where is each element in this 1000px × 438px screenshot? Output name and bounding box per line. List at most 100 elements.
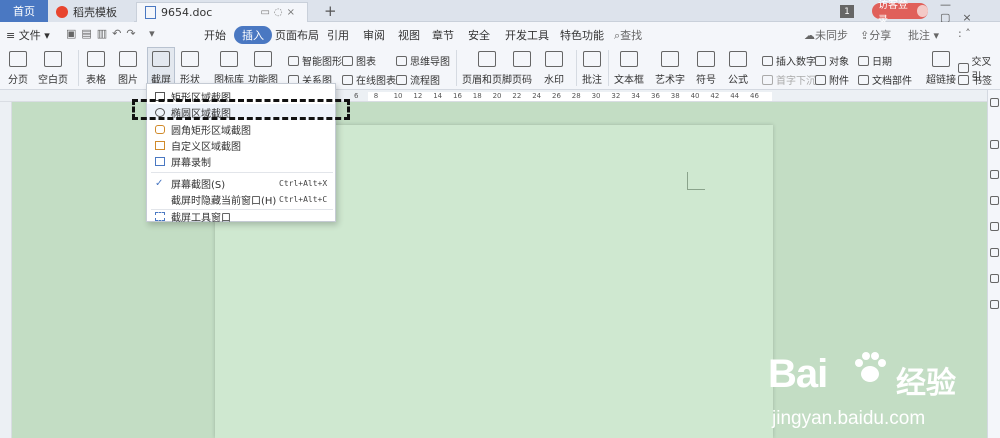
tab-document[interactable]: 9654.doc ▭◌× bbox=[136, 2, 308, 22]
notification-badge[interactable]: 1 bbox=[840, 5, 854, 18]
picture-label: 图片 bbox=[118, 75, 138, 86]
object-button[interactable]: 对象 bbox=[815, 53, 849, 68]
sidebar-shape-icon[interactable] bbox=[990, 170, 999, 179]
header-footer-button[interactable]: 页眉和页脚 bbox=[462, 51, 512, 86]
header-footer-label: 页眉和页脚 bbox=[462, 75, 512, 86]
menu-review[interactable]: 审阅 bbox=[363, 27, 385, 43]
bookmark-button[interactable]: 书签 bbox=[958, 72, 992, 87]
menu-hide-window[interactable]: 截屏时隐藏当前窗口(H) Ctrl+Alt+C bbox=[147, 191, 335, 207]
mindmap-label: 思维导图 bbox=[410, 57, 450, 68]
menu-dev-tools[interactable]: 开发工具 bbox=[505, 27, 549, 43]
calendar-icon bbox=[858, 55, 869, 66]
watermark-label: 水印 bbox=[544, 75, 564, 86]
picture-button[interactable]: 图片 bbox=[118, 51, 138, 86]
sidebar-select-icon[interactable] bbox=[990, 196, 999, 205]
menu-screen-capture[interactable]: ✓ 屏幕截图(S) Ctrl+Alt+X bbox=[147, 175, 335, 191]
annotate-button[interactable]: 批注 ▾ bbox=[908, 27, 939, 43]
online-chart-label: 在线图表 bbox=[356, 76, 396, 87]
badge-count: 1 bbox=[844, 6, 850, 17]
tab-home[interactable]: 首页 bbox=[0, 0, 48, 22]
menu-hide-shortcut: Ctrl+Alt+C bbox=[279, 194, 328, 204]
ruler-number: 20 bbox=[492, 92, 502, 100]
symbol-button[interactable]: 符号 bbox=[696, 51, 716, 86]
menu-insert[interactable]: 插入 bbox=[234, 26, 272, 44]
search-button[interactable]: ⌕查找 bbox=[614, 27, 642, 43]
tab-bar: 首页 稻壳模板 9654.doc ▭◌× + 1 访客登录 —▢× bbox=[0, 0, 1000, 26]
icon-library-button[interactable]: 图标库 bbox=[214, 51, 244, 86]
tab-daoke-templates[interactable]: 稻壳模板 bbox=[48, 2, 134, 22]
insert-number-button[interactable]: 插入数字 bbox=[762, 53, 816, 68]
dropcap-button[interactable]: 首字下沉 bbox=[762, 72, 816, 87]
menu-rect-screenshot[interactable]: 矩形区域截图 bbox=[147, 88, 335, 104]
sidebar-edit-icon[interactable] bbox=[990, 222, 999, 231]
sidebar-style-icon[interactable] bbox=[990, 140, 999, 149]
ruler-number: 12 bbox=[413, 92, 423, 100]
ribbon-toggle[interactable]: : ˄ bbox=[958, 27, 971, 40]
menu-ellipse-screenshot[interactable]: 椭圆区域截图 bbox=[147, 104, 335, 120]
ruler-number: 44 bbox=[730, 92, 740, 100]
menu-capture-shortcut: Ctrl+Alt+X bbox=[279, 178, 328, 188]
menu-view[interactable]: 视图 bbox=[398, 27, 420, 43]
ruler-number: 30 bbox=[591, 92, 601, 100]
page-number-button[interactable]: 页码 bbox=[512, 51, 532, 86]
window-controls[interactable]: —▢× bbox=[940, 0, 1000, 24]
menu-reference[interactable]: 引用 bbox=[327, 27, 349, 43]
page-break-button[interactable]: 分页 bbox=[8, 51, 28, 86]
tab-controls-icon[interactable]: ▭◌× bbox=[260, 7, 299, 18]
bookmark-label: 书签 bbox=[972, 76, 992, 87]
wordart-button[interactable]: 艺术字 bbox=[655, 51, 685, 86]
ruler-number: 8 bbox=[373, 92, 379, 100]
tab-daoke-label: 稻壳模板 bbox=[73, 6, 117, 19]
ruler-number: 6 bbox=[354, 92, 359, 100]
menu-special-features[interactable]: 特色功能 bbox=[560, 27, 604, 43]
formula-button[interactable]: 公式 bbox=[728, 51, 748, 86]
ruler-number: 28 bbox=[571, 92, 581, 100]
menu-chapter[interactable]: 章节 bbox=[432, 27, 454, 43]
menu-round-rect-screenshot[interactable]: 圆角矩形区域截图 bbox=[147, 121, 335, 137]
table-button[interactable]: 表格 bbox=[86, 51, 106, 86]
right-sidebar bbox=[987, 90, 1000, 438]
blank-page-button[interactable]: 空白页 bbox=[38, 51, 68, 86]
attachment-button[interactable]: 附件 bbox=[815, 72, 849, 87]
sync-status[interactable]: ☁未同步 bbox=[804, 27, 848, 43]
menu-security[interactable]: 安全 bbox=[468, 27, 490, 43]
chart-icon bbox=[342, 55, 353, 66]
quick-access-icons[interactable]: ▣▤▥↶↷ ▾ bbox=[66, 27, 160, 40]
record-icon bbox=[155, 156, 165, 166]
doc-parts-button[interactable]: 文档部件 bbox=[858, 72, 912, 87]
page-number-label: 页码 bbox=[512, 75, 532, 86]
page-number-icon bbox=[513, 51, 531, 67]
menu-tool-window[interactable]: 截屏工具窗口 bbox=[147, 208, 335, 224]
share-label: 分享 bbox=[869, 29, 892, 42]
new-tab-button[interactable]: + bbox=[316, 1, 345, 21]
share-button[interactable]: ⇪分享 bbox=[860, 27, 891, 43]
sidebar-image-icon[interactable] bbox=[990, 274, 999, 283]
textbox-button[interactable]: 文本框 bbox=[614, 51, 644, 86]
check-icon: ✓ bbox=[155, 177, 164, 189]
menu-screen-record[interactable]: 屏幕录制 bbox=[147, 153, 335, 169]
online-chart-button[interactable]: 在线图表 bbox=[342, 72, 396, 87]
hyperlink-button[interactable]: 超链接 bbox=[926, 51, 956, 86]
guest-login-button[interactable]: 访客登录 bbox=[872, 0, 928, 26]
function-chart-button[interactable]: 功能图 bbox=[248, 51, 278, 86]
ruler-number: 10 bbox=[393, 92, 403, 100]
sidebar-chart-icon[interactable] bbox=[990, 248, 999, 257]
sidebar-tool-icon[interactable] bbox=[990, 98, 999, 107]
menu-page-layout[interactable]: 页面布局 bbox=[275, 27, 319, 43]
file-menu[interactable]: ≡ 文件 ▾ bbox=[6, 27, 50, 43]
menu-custom-screenshot[interactable]: 自定义区域截图 bbox=[147, 137, 335, 153]
screenshot-button[interactable]: 截屏 bbox=[147, 47, 175, 88]
doc-parts-icon bbox=[858, 74, 869, 85]
mindmap-button[interactable]: 思维导图 bbox=[396, 53, 450, 68]
flowchart-button[interactable]: 流程图 bbox=[396, 72, 440, 87]
link-icon bbox=[932, 51, 950, 67]
chart-button[interactable]: 图表 bbox=[342, 53, 376, 68]
smart-shape-button[interactable]: 智能图形 bbox=[288, 53, 342, 68]
sidebar-thumb-icon[interactable] bbox=[990, 300, 999, 309]
date-button[interactable]: 日期 bbox=[858, 53, 892, 68]
page-margin-marker bbox=[687, 172, 705, 190]
shape-button[interactable]: 形状 bbox=[180, 51, 200, 86]
menu-start[interactable]: 开始 bbox=[204, 27, 226, 43]
watermark-button[interactable]: 水印 bbox=[544, 51, 564, 86]
comment-button[interactable]: 批注 bbox=[582, 51, 602, 86]
